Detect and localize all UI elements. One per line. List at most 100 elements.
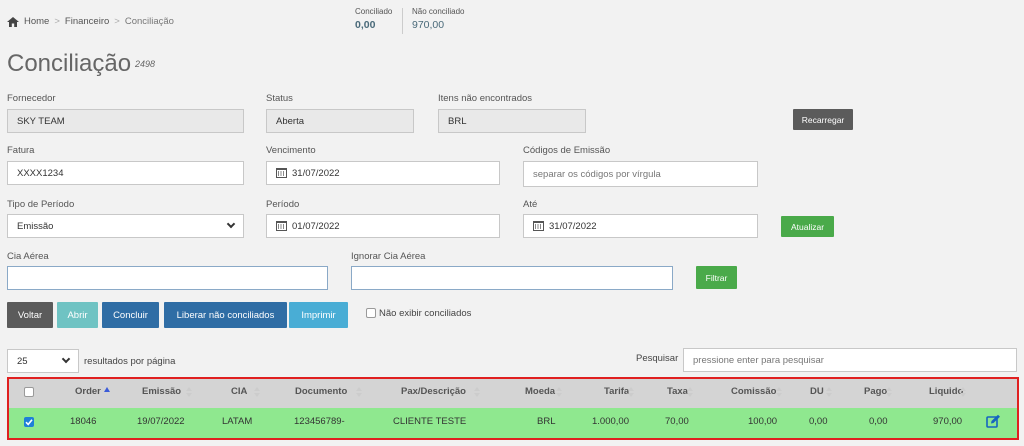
- tipo-periodo-label: Tipo de Período: [7, 199, 75, 210]
- filtrar-button[interactable]: Filtrar: [696, 266, 737, 289]
- col-tarifa[interactable]: Tarifa: [604, 386, 629, 397]
- sort-icon[interactable]: [556, 387, 562, 397]
- conciliado-label: Conciliado: [355, 7, 393, 16]
- breadcrumb-separator: >: [54, 16, 60, 27]
- sort-icon[interactable]: [254, 387, 260, 397]
- col-documento[interactable]: Documento: [295, 386, 347, 397]
- calendar-icon: [276, 221, 287, 231]
- periodo-input[interactable]: 01/07/2022: [266, 214, 500, 238]
- fatura-input[interactable]: XXXX1234: [7, 161, 244, 185]
- cia-aerea-input[interactable]: [7, 266, 328, 290]
- atualizar-button[interactable]: Atualizar: [781, 216, 834, 237]
- sort-icon[interactable]: [474, 387, 480, 397]
- calendar-icon: [533, 221, 544, 231]
- nao-conciliado-label: Não conciliado: [412, 7, 465, 16]
- col-taxa[interactable]: Taxa: [667, 386, 688, 397]
- col-liquido[interactable]: Liquido: [929, 386, 963, 397]
- sort-icon[interactable]: [826, 387, 832, 397]
- cell-liquido: 970,00: [933, 416, 963, 427]
- sort-icon[interactable]: [687, 387, 693, 397]
- select-all-checkbox[interactable]: [24, 387, 34, 397]
- fornecedor-field: SKY TEAM: [7, 109, 244, 133]
- cell-du: 0,00: [809, 416, 828, 427]
- itens-field: BRL: [438, 109, 586, 133]
- tipo-periodo-select[interactable]: Emissão: [7, 214, 244, 238]
- page-title: Conciliação: [7, 50, 132, 77]
- fornecedor-label: Fornecedor: [7, 93, 56, 104]
- pesquisar-placeholder: pressione enter para pesquisar: [693, 354, 824, 366]
- resultados-label: resultados por página: [84, 356, 176, 367]
- sort-icon[interactable]: [628, 387, 634, 397]
- breadcrumb: Home > Financeiro > Conciliação: [7, 16, 174, 27]
- breadcrumb-financeiro[interactable]: Financeiro: [65, 16, 109, 27]
- pesquisar-label: Pesquisar: [636, 353, 679, 364]
- col-comissao[interactable]: Comissão: [731, 386, 776, 397]
- vencimento-input[interactable]: 31/07/2022: [266, 161, 500, 185]
- cell-pax-descricao: CLIENTE TESTE: [393, 416, 467, 427]
- cell-cia: LATAM: [222, 416, 253, 427]
- cell-tarifa: 1.000,00: [592, 416, 629, 427]
- cell-taxa: 70,00: [665, 416, 689, 427]
- nao-exibir-label: Não exibir conciliados: [379, 308, 472, 319]
- vencimento-label: Vencimento: [266, 145, 316, 156]
- codigos-placeholder: separar os códigos por vírgula: [533, 168, 661, 180]
- periodo-value: 01/07/2022: [292, 220, 340, 232]
- col-order[interactable]: Order: [75, 386, 101, 397]
- concluir-button[interactable]: Concluir: [102, 302, 159, 328]
- summary-divider: [402, 8, 403, 34]
- abrir-button[interactable]: Abrir: [57, 302, 98, 328]
- ignorar-cia-input[interactable]: [351, 266, 673, 290]
- sort-icon[interactable]: [886, 387, 892, 397]
- col-pago[interactable]: Pago: [864, 386, 887, 397]
- home-icon[interactable]: [7, 16, 19, 27]
- liberar-button[interactable]: Liberar não conciliados: [164, 302, 287, 328]
- cell-order: 18046: [70, 416, 97, 427]
- itens-value: BRL: [448, 115, 467, 127]
- page-size-value: 25: [17, 355, 28, 367]
- sort-icon[interactable]: [960, 387, 966, 397]
- page-id: 2498: [135, 59, 156, 69]
- edit-icon[interactable]: [986, 414, 1001, 431]
- fornecedor-value: SKY TEAM: [17, 115, 65, 127]
- tipo-periodo-value: Emissão: [17, 220, 54, 232]
- sort-icon[interactable]: [186, 387, 192, 397]
- cell-emissao: 19/07/2022: [137, 416, 185, 427]
- cia-aerea-label: Cia Aérea: [7, 251, 49, 262]
- imprimir-button[interactable]: Imprimir: [289, 302, 348, 328]
- codigos-input[interactable]: separar os códigos por vírgula: [523, 161, 758, 187]
- status-value: Aberta: [276, 115, 304, 127]
- ate-input[interactable]: 31/07/2022: [523, 214, 758, 238]
- fatura-value: XXXX1234: [17, 167, 64, 179]
- periodo-label: Período: [266, 199, 300, 210]
- sort-icon[interactable]: [356, 387, 362, 397]
- calendar-icon: [276, 168, 287, 178]
- codigos-label: Códigos de Emissão: [523, 145, 611, 156]
- nao-conciliado-value: 970,00: [412, 19, 445, 31]
- summary-nao-conciliado: Não conciliado 970,00: [412, 7, 464, 31]
- sort-icon[interactable]: [776, 387, 782, 397]
- cell-documento: 123456789-: [294, 416, 345, 427]
- ate-value: 31/07/2022: [549, 220, 597, 232]
- col-moeda[interactable]: Moeda: [525, 386, 555, 397]
- col-pax-descricao[interactable]: Pax/Descrição: [401, 386, 466, 397]
- summary-conciliado: Conciliado 0,00: [355, 7, 392, 31]
- cell-moeda: BRL: [537, 416, 556, 427]
- ate-label: Até: [523, 199, 538, 210]
- col-du[interactable]: DU: [810, 386, 824, 397]
- col-emissao[interactable]: Emissão: [142, 386, 181, 397]
- breadcrumb-current: Conciliação: [124, 16, 174, 27]
- conciliado-value: 0,00: [355, 19, 376, 31]
- pesquisar-input[interactable]: pressione enter para pesquisar: [683, 348, 1017, 372]
- chevron-down-icon: [61, 354, 71, 364]
- sort-asc-icon: [104, 387, 110, 392]
- row-checkbox[interactable]: [24, 417, 34, 427]
- cell-pago: 0,00: [869, 416, 888, 427]
- cell-comissao: 100,00: [748, 416, 778, 427]
- breadcrumb-home[interactable]: Home: [24, 16, 49, 27]
- voltar-button[interactable]: Voltar: [7, 302, 53, 328]
- nao-exibir-checkbox[interactable]: [366, 308, 376, 318]
- page-size-select[interactable]: 25: [7, 349, 79, 373]
- ignorar-cia-label: Ignorar Cia Aérea: [351, 251, 426, 262]
- recarregar-button[interactable]: Recarregar: [793, 109, 853, 130]
- col-cia[interactable]: CIA: [231, 386, 247, 397]
